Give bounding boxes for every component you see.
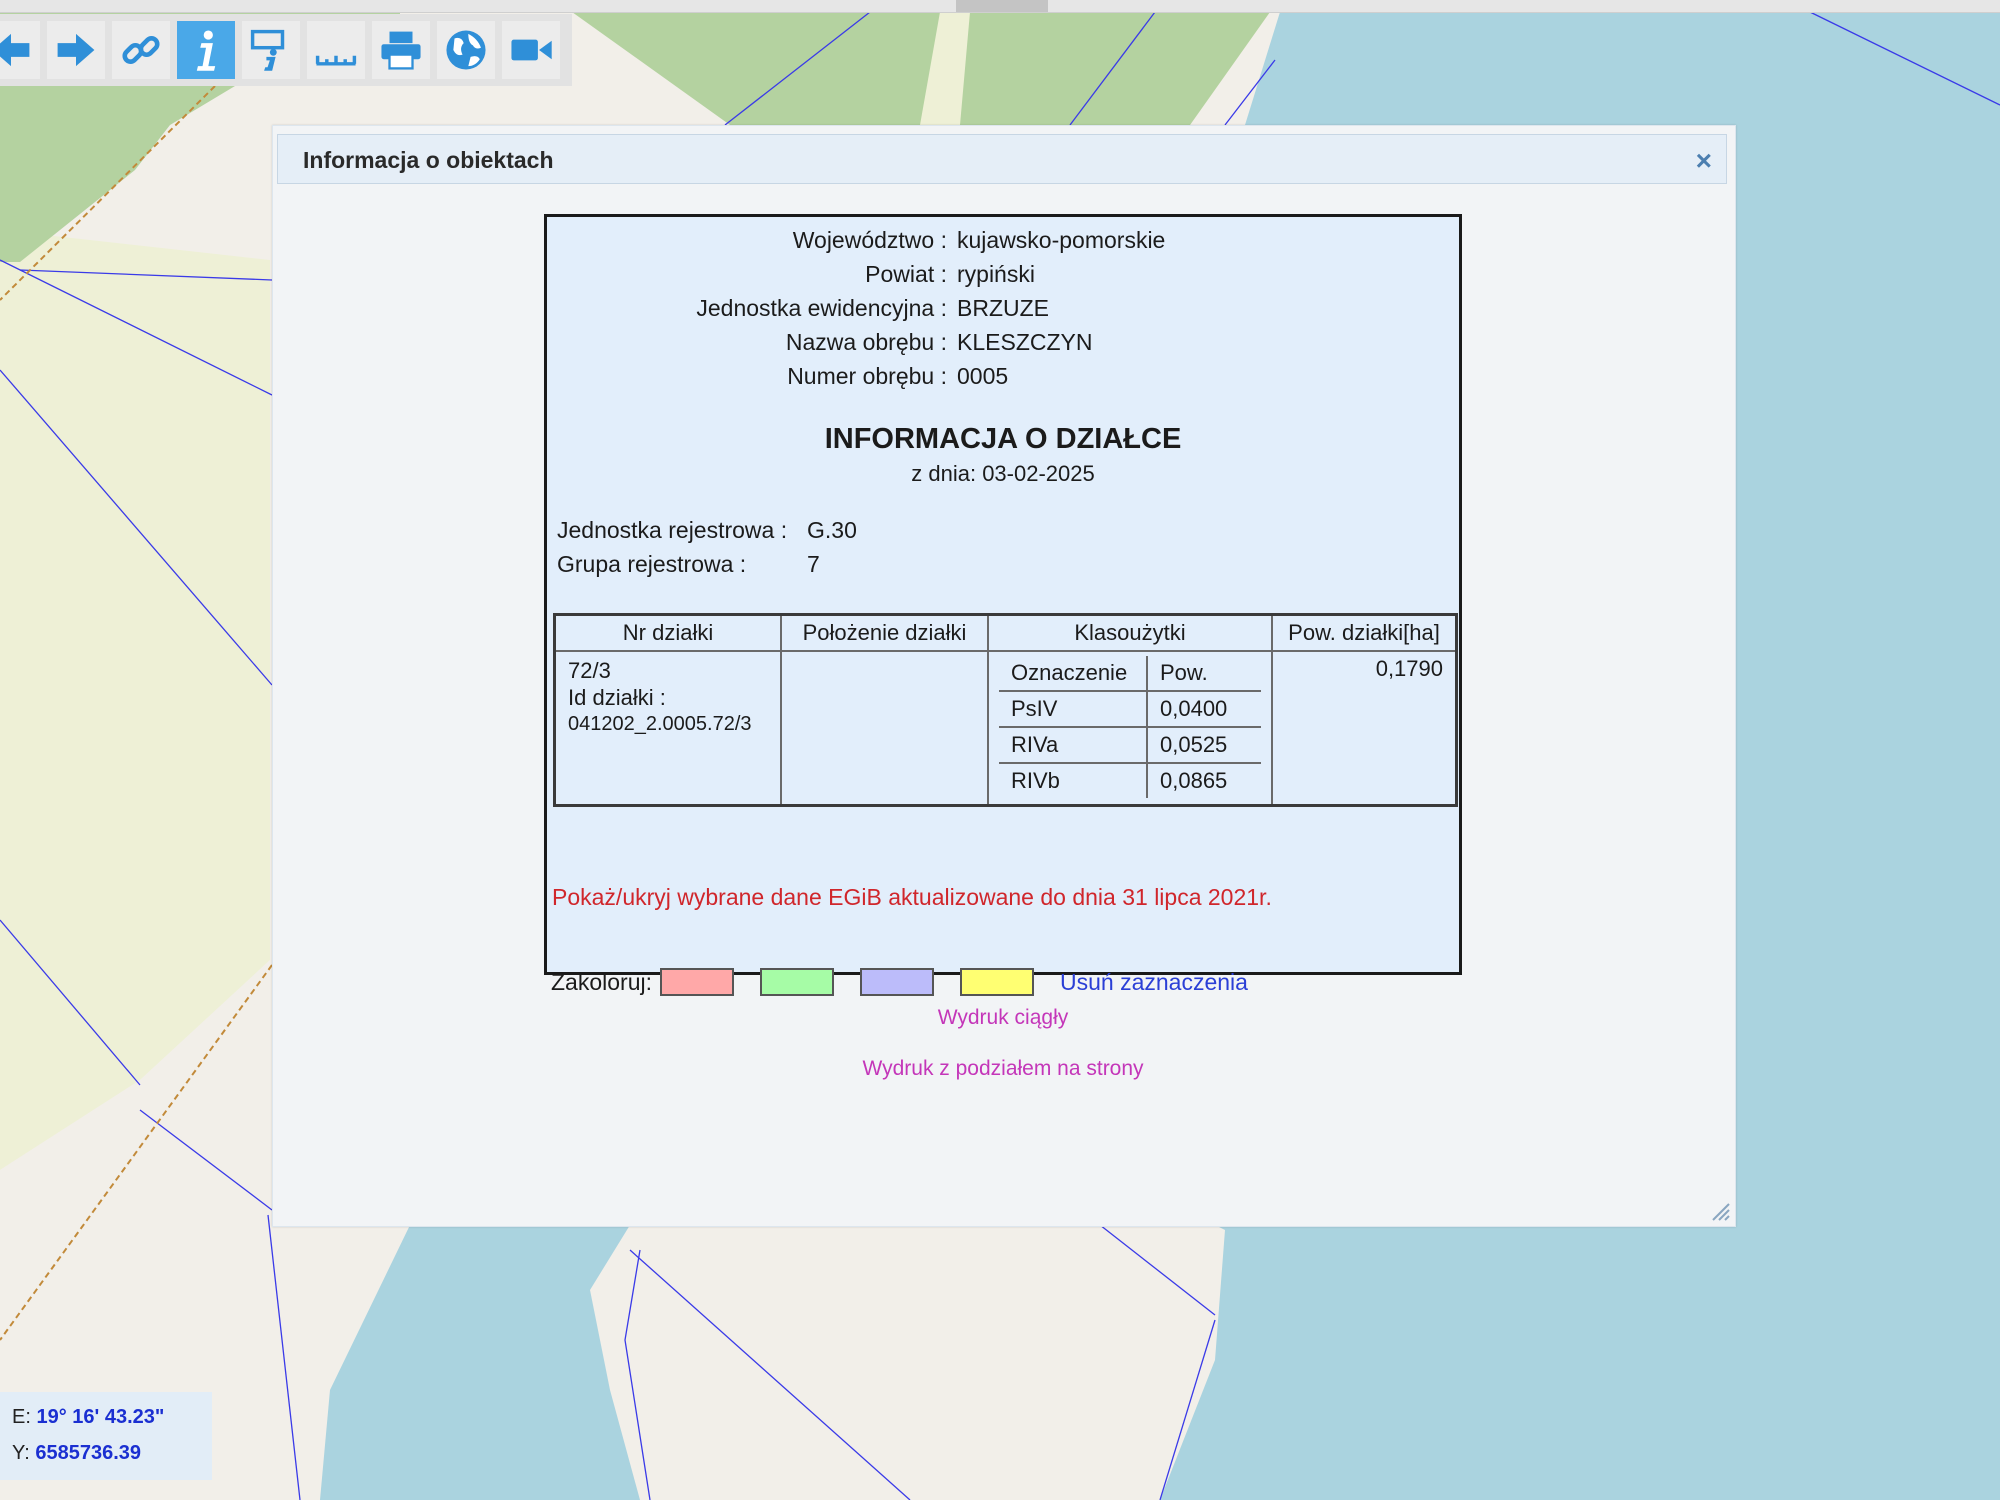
table-row: 72/3 Id działki : 041202_2.0005.72/3 Ozn… [553, 650, 1458, 807]
location-row-unit: Jednostka ewidencyjna : BRZUZE [547, 295, 1465, 329]
register-group-label: Grupa rejestrowa : [557, 551, 747, 577]
land-class-area-header: Pow. [1147, 656, 1261, 692]
location-label: Województwo : [792, 227, 947, 253]
coordinates-panel: E: 19° 16' 43.23" Y: 6585736.39 [0, 1392, 212, 1480]
col-header-parcel-number: Nr działki [553, 613, 782, 652]
col-header-land-classes: Klasoużytki [987, 613, 1273, 652]
col-header-parcel-location: Położenie działki [780, 613, 989, 652]
toggle-egib-data-link[interactable]: Pokaż/ukryj wybrane dane EGiB aktualizow… [552, 884, 1272, 911]
info-tool-icon [250, 29, 285, 71]
print-continuous-link[interactable]: Wydruk ciągły [273, 1006, 1733, 1030]
link-button[interactable] [112, 21, 170, 79]
land-class-code: RIVa [999, 727, 1148, 764]
clear-selection-link[interactable]: Usuń zaznaczenia [1060, 969, 1248, 996]
location-row-precinct-number: Numer obrębu : 0005 [547, 363, 1465, 397]
location-row-voivodeship: Województwo : kujawsko-pomorskie [547, 227, 1465, 261]
coord-y-label: Y: [12, 1442, 30, 1464]
close-icon[interactable]: × [1696, 145, 1712, 177]
location-row-precinct-name: Nazwa obrębu : KLESZCZYN [547, 329, 1465, 363]
land-class-code: PsIV [999, 691, 1148, 728]
report-title: INFORMACJA O DZIAŁCE [824, 423, 1182, 455]
coord-e-value: 19° 16' 43.23" [36, 1406, 165, 1428]
color-swatch-red[interactable] [659, 968, 734, 996]
print-paged-link[interactable]: Wydruk z podziałem na strony [273, 1057, 1733, 1081]
video-button[interactable] [502, 21, 560, 79]
location-value: rypiński [957, 261, 1035, 287]
parcel-id-label: Id działki : [568, 685, 666, 710]
parcel-id-value: 041202_2.0005.72/3 [568, 713, 752, 735]
colorize-label: Zakoloruj: [551, 968, 652, 995]
land-class-row: PsIV 0,0400 [999, 691, 1261, 728]
register-unit-value: G.30 [807, 517, 857, 543]
color-swatch-yellow[interactable] [959, 968, 1034, 996]
link-icon [122, 36, 160, 64]
land-class-area: 0,0400 [1147, 691, 1261, 728]
location-value: BRZUZE [957, 295, 1049, 321]
register-group-row: Grupa rejestrowa : 7 [557, 551, 820, 578]
globe-icon [446, 30, 486, 70]
report-date: z dnia: 03-02-2025 [911, 461, 1095, 486]
globe-button[interactable] [437, 21, 495, 79]
land-classes-cell: Oznaczenie Pow. PsIV 0,0400 RIVa 0,0525 [987, 650, 1273, 807]
info-button[interactable] [177, 21, 235, 79]
object-info-dialog: Informacja o obiektach × Województwo : k… [272, 125, 1736, 1227]
location-label: Numer obrębu : [787, 363, 947, 389]
scroll-bar[interactable] [0, 0, 2000, 13]
land-classes-table: Oznaczenie Pow. PsIV 0,0400 RIVa 0,0525 [999, 656, 1261, 798]
printer-icon [381, 31, 421, 70]
land-class-code: RIVb [999, 763, 1148, 798]
coord-e-label: E: [12, 1406, 31, 1428]
info-icon [196, 30, 216, 71]
register-unit-row: Jednostka rejestrowa : G.30 [557, 517, 857, 544]
coord-e-row: E: 19° 16' 43.23" [12, 1406, 164, 1429]
parcel-number: 72/3 [568, 658, 611, 683]
land-class-code-header: Oznaczenie [999, 656, 1148, 692]
color-swatch-blue[interactable] [859, 968, 934, 996]
print-button[interactable] [372, 21, 430, 79]
coord-y-row: Y: 6585736.39 [12, 1442, 141, 1465]
register-unit-label: Jednostka rejestrowa : [557, 517, 788, 543]
location-label: Nazwa obrębu : [785, 329, 947, 355]
video-camera-icon [511, 39, 552, 61]
land-class-area: 0,0525 [1147, 727, 1261, 764]
location-label: Powiat : [865, 261, 947, 287]
map-toolbar [0, 14, 572, 86]
scroll-handle[interactable] [956, 0, 1048, 12]
coord-y-value: 6585736.39 [35, 1442, 142, 1464]
land-class-row: RIVa 0,0525 [999, 727, 1261, 764]
color-swatch-green[interactable] [759, 968, 834, 996]
table-header-row: Nr działki Położenie działki Klasoużytki… [553, 613, 1458, 652]
parcel-area-cell: 0,1790 [1271, 650, 1458, 807]
parcel-table: Nr działki Położenie działki Klasoużytki… [553, 613, 1458, 807]
register-group-value: 7 [807, 551, 820, 577]
location-value: kujawsko-pomorskie [957, 227, 1166, 253]
ruler-icon [315, 55, 357, 66]
info-tool-button[interactable] [242, 21, 300, 79]
land-class-row: RIVb 0,0865 [999, 763, 1261, 798]
col-header-parcel-area: Pow. działki[ha] [1271, 613, 1458, 652]
colorize-row: Zakoloruj: Usuń zaznaczenia [551, 966, 1248, 998]
parcel-info-panel: Województwo : kujawsko-pomorskie Powiat … [544, 214, 1465, 996]
resize-grip-icon[interactable] [1709, 1200, 1731, 1222]
arrow-left-icon [0, 33, 30, 67]
location-value: 0005 [957, 363, 1009, 389]
dialog-titlebar[interactable]: Informacja o obiektach × [277, 134, 1727, 184]
measure-button[interactable] [307, 21, 365, 79]
land-class-area: 0,0865 [1160, 768, 1228, 793]
land-classes-header-row: Oznaczenie Pow. [999, 656, 1261, 692]
forward-button[interactable] [47, 21, 105, 79]
dialog-title: Informacja o obiektach [303, 147, 554, 173]
back-button[interactable] [0, 21, 40, 79]
arrow-right-icon [57, 33, 95, 67]
parcel-number-cell: 72/3 Id działki : 041202_2.0005.72/3 [553, 650, 782, 807]
parcel-location-cell [780, 650, 989, 807]
location-row-county: Powiat : rypiński [547, 261, 1465, 295]
location-value: KLESZCZYN [957, 329, 1093, 355]
location-label: Jednostka ewidencyjna : [696, 295, 947, 321]
